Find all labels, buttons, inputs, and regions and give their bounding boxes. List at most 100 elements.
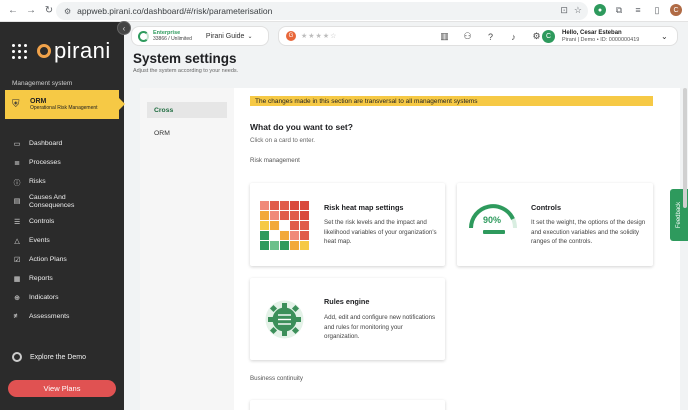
sidebar-item-label: Reports (29, 275, 53, 282)
plan-usage-icon (138, 30, 149, 42)
sidebar-item-risks[interactable]: ⓘ Risks (12, 172, 89, 191)
module-subtitle: Operational Risk Management (30, 105, 98, 111)
rating-stars[interactable]: ★★★★☆ (301, 32, 337, 40)
add-user-icon[interactable]: ⚇ (462, 31, 473, 42)
gauge-value: 90% (483, 215, 502, 225)
feedback-label: Feedback (676, 201, 683, 229)
site-info-icon[interactable]: ⚙ (64, 7, 71, 16)
card-rules-engine[interactable]: Rules engine Add, edit and configure new… (250, 278, 445, 360)
card-description: Set the risk levels and the impact and l… (324, 219, 437, 245)
sidebar-item-causes[interactable]: ▤ Causes And Consequences (12, 191, 89, 212)
pirani-logo-icon (37, 44, 51, 58)
section-risk-management: Risk management (250, 157, 300, 164)
controls-gauge-icon: 90% (467, 200, 519, 238)
sidebar-item-label: Causes And Consequences (29, 194, 75, 209)
module-title: ORM (30, 98, 47, 105)
explore-label: Explore the Demo (30, 353, 87, 361)
user-info[interactable]: Hello, Cesar Esteban Pirani | Demo • ID:… (562, 30, 639, 44)
card-title: Rules engine (324, 297, 370, 306)
media-icon[interactable]: ≡ (632, 4, 644, 16)
monitor-icon: ▭ (13, 140, 21, 148)
page-subtitle: Adjust the system according to your need… (133, 68, 239, 74)
user-avatar[interactable]: C (542, 30, 555, 43)
back-icon[interactable]: ← (6, 5, 20, 16)
card-title: Controls (531, 203, 561, 212)
browser-toolbar: ← → ↻ ⚙ appweb.pirani.co/dashboard/#/ris… (0, 0, 688, 22)
sidebar-item-label: Dashboard (29, 140, 63, 147)
building-icon[interactable]: ▥ (439, 31, 450, 42)
help-icon[interactable]: ? (485, 31, 496, 42)
bookmark-star-icon[interactable]: ☆ (574, 5, 582, 16)
causes-icon: ▤ (13, 197, 21, 205)
card-description: Add, edit and configure new notification… (324, 314, 436, 340)
warning-triangle-icon: △ (14, 237, 20, 245)
chevron-down-icon[interactable]: ⌄ (247, 33, 252, 40)
sidebar-item-label: Events (29, 237, 50, 244)
crosshair-icon: ⊕ (14, 294, 20, 302)
sidebar-item-label: Assessments (29, 313, 70, 320)
tab-cross[interactable]: Cross (147, 102, 227, 118)
scrollbar[interactable] (683, 88, 687, 208)
reload-icon[interactable]: ↻ (42, 5, 56, 16)
card-title: Risk heat map settings (324, 203, 404, 212)
section-hint: Click on a card to enter. (250, 137, 316, 144)
risk-shield-icon: ⛨ (12, 99, 20, 110)
notice-banner: The changes made in this section are tra… (250, 96, 653, 106)
card-business-continuity[interactable] (250, 400, 445, 410)
sidebar-item-dashboard[interactable]: ▭ Dashboard (12, 134, 89, 153)
sidebar-item-indicators[interactable]: ⊕ Indicators (12, 288, 89, 307)
assessment-icon: ≢ (13, 313, 21, 320)
layers-icon: ≣ (14, 159, 20, 167)
tab-orm[interactable]: ORM (147, 125, 227, 141)
user-toolbar: G ★★★★☆ ▥ ⚇ ? ♪ ⚙ C Hello, Cesar Esteban… (278, 26, 678, 46)
notifications-bell-icon[interactable]: ♪ (508, 31, 519, 42)
pirani-guide-dropdown[interactable]: Pirani Guide (206, 33, 245, 40)
settings-tab-list: Cross ORM (140, 88, 234, 410)
brand-logo: pirani (12, 38, 111, 64)
module-selector-orm[interactable]: ⛨ ORM Operational Risk Management (5, 90, 125, 119)
top-header: Enterprise 33866 / Unlimited Pirani Guid… (124, 22, 688, 48)
settings-gear-icon[interactable]: ⚙ (531, 31, 542, 42)
card-controls[interactable]: 90% Controls It set the weight, the opti… (457, 183, 653, 266)
card-description: It set the weight, the options of the de… (531, 219, 646, 245)
apps-grid-icon[interactable] (12, 43, 27, 59)
collapse-sidebar-button[interactable]: ‹ (117, 21, 131, 35)
extensions-puzzle-icon[interactable]: ⧉ (613, 4, 625, 16)
checklist-icon: ☑ (13, 256, 21, 264)
sidebar-item-reports[interactable]: ▦ Reports (12, 269, 89, 288)
sidebar-item-label: Action Plans (29, 256, 67, 263)
url-text[interactable]: appweb.pirani.co/dashboard/#/risk/parame… (77, 6, 272, 16)
explore-icon (12, 352, 22, 362)
user-menu-chevron-icon[interactable]: ⌄ (661, 32, 668, 41)
view-plans-button[interactable]: View Plans (8, 380, 116, 397)
translate-icon[interactable]: ⊡ (560, 5, 568, 16)
forward-icon[interactable]: → (24, 5, 38, 16)
reports-icon: ▦ (13, 275, 21, 283)
gauge-badge (483, 230, 505, 234)
rating-logo-icon: G (286, 31, 296, 41)
sidebar-item-label: Indicators (29, 294, 59, 301)
sidebar-item-assessments[interactable]: ≢ Assessments (12, 307, 89, 326)
page-title: System settings (133, 51, 237, 66)
heat-map-icon (260, 201, 309, 250)
explore-demo-link[interactable]: Explore the Demo (12, 352, 86, 362)
sidebar-item-controls[interactable]: ☰ Controls (12, 212, 89, 231)
sliders-icon: ☰ (13, 218, 21, 226)
sidebar-item-events[interactable]: △ Events (12, 231, 89, 250)
plan-usage: 33866 / Unlimited (153, 36, 192, 42)
alert-circle-icon: ⓘ (13, 179, 21, 187)
card-risk-heat-map[interactable]: Risk heat map settings Set the risk leve… (250, 183, 445, 266)
extension-icon[interactable]: ● (594, 4, 606, 16)
sidebar-item-label: Controls (29, 218, 55, 225)
section-label: Management system (12, 80, 73, 87)
sidebar: pirani Management system ⛨ ORM Operation… (0, 22, 125, 410)
profile-avatar[interactable]: C (670, 4, 682, 16)
sidepanel-icon[interactable]: ▯ (651, 4, 663, 16)
sidebar-item-action-plans[interactable]: ☑ Action Plans (12, 250, 89, 269)
sidebar-item-processes[interactable]: ≣ Processes (12, 153, 89, 172)
sidebar-item-label: Risks (29, 178, 46, 185)
rules-gear-icon (262, 297, 307, 342)
address-bar[interactable]: ⚙ appweb.pirani.co/dashboard/#/risk/para… (56, 2, 588, 20)
user-details: Pirani | Demo • ID: 0000000419 (562, 37, 640, 43)
section-question: What do you want to set? (250, 122, 353, 132)
